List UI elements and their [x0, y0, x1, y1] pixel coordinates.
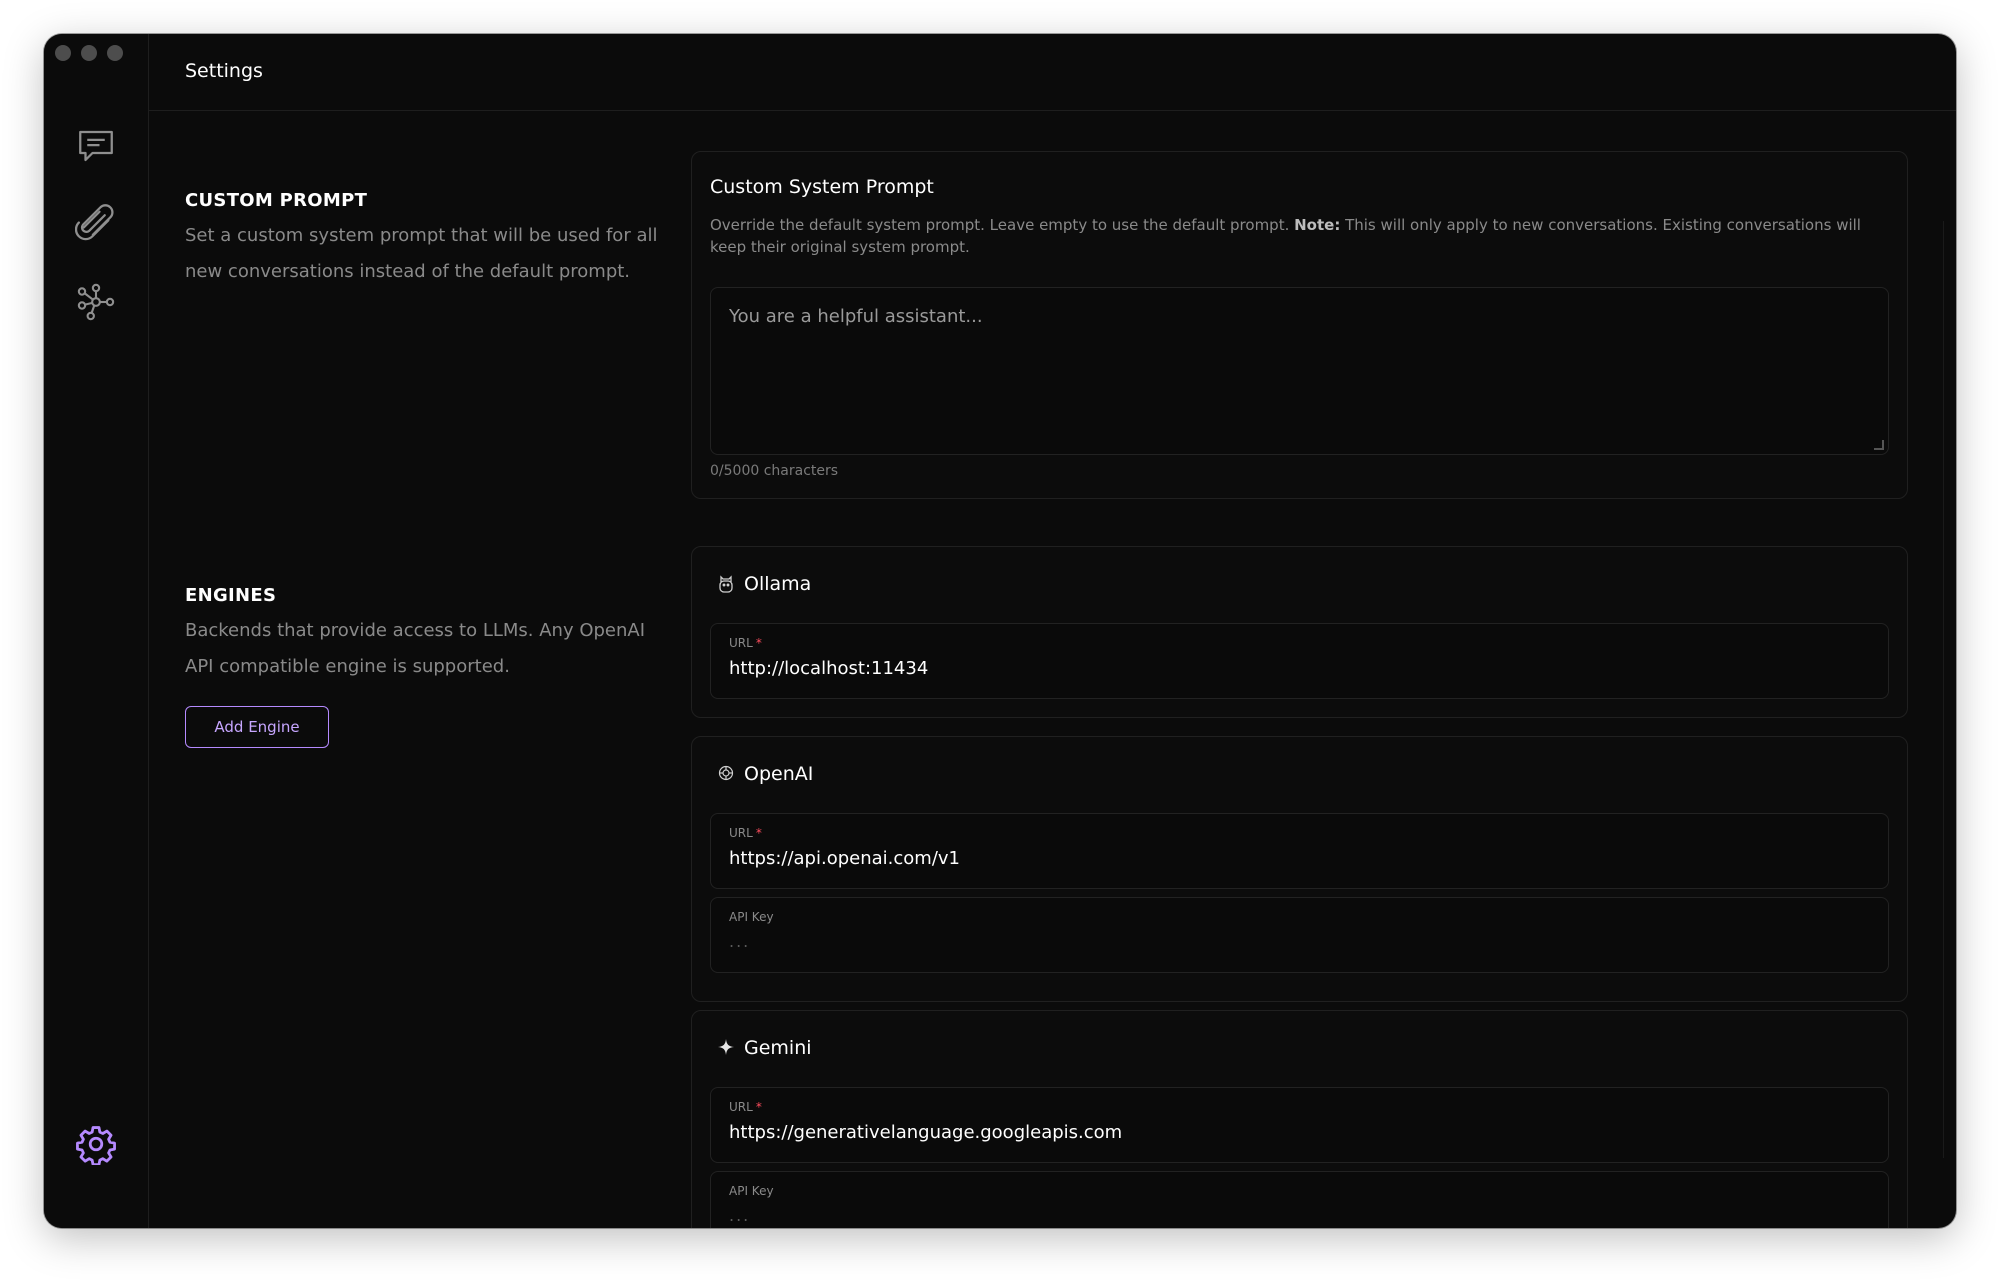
add-engine-button[interactable]: Add Engine — [185, 706, 329, 748]
scrollbar-track[interactable] — [1943, 221, 1956, 1158]
url-value: https://generativelanguage.googleapis.co… — [729, 1122, 1123, 1143]
textarea-placeholder: You are a helpful assistant... — [729, 306, 983, 327]
settings-icon[interactable] — [72, 1120, 120, 1168]
url-label: URL * — [729, 636, 762, 650]
engine-card-gemini: Gemini URL * https://generativelanguage.g… — [691, 1010, 1908, 1228]
resize-handle[interactable] — [1874, 440, 1884, 450]
header: Settings — [149, 34, 1956, 111]
api-key-placeholder: ... — [729, 932, 751, 951]
url-field[interactable]: URL * https://api.openai.com/v1 — [710, 813, 1889, 889]
api-key-label: API Key — [729, 910, 774, 924]
engines-section-title: ENGINES — [185, 585, 277, 606]
custom-prompt-section-desc: Set a custom system prompt that will be … — [185, 225, 658, 282]
engine-name: Gemini — [744, 1037, 812, 1059]
close-window-button[interactable] — [55, 45, 71, 61]
chat-icon[interactable] — [72, 122, 120, 170]
attachment-icon[interactable] — [72, 200, 120, 248]
card-desc-note-label: Note: — [1294, 216, 1341, 234]
url-value: http://localhost:11434 — [729, 658, 929, 679]
api-key-field[interactable]: API Key ... — [710, 1171, 1889, 1228]
settings-content: CUSTOM PROMPT Set a custom system prompt… — [149, 111, 1956, 1228]
maximize-window-button[interactable] — [107, 45, 123, 61]
api-key-placeholder: ... — [729, 1206, 751, 1225]
sidebar — [44, 34, 149, 1228]
engine-card-ollama: Ollama URL * http://localhost:11434 — [691, 546, 1908, 718]
url-field[interactable]: URL * https://generativelanguage.googleap… — [710, 1087, 1889, 1163]
url-field[interactable]: URL * http://localhost:11434 — [710, 623, 1889, 699]
window-controls — [55, 45, 123, 61]
engines-section-desc: Backends that provide access to LLMs. An… — [185, 620, 646, 677]
custom-prompt-card-desc: Override the default system prompt. Leav… — [710, 214, 1879, 258]
ollama-icon — [716, 574, 736, 594]
sparkle-icon — [716, 1038, 736, 1058]
custom-prompt-card: Custom System Prompt Override the defaul… — [691, 151, 1908, 499]
url-label: URL * — [729, 1100, 762, 1114]
network-icon[interactable] — [72, 278, 120, 326]
openai-icon — [716, 764, 736, 784]
url-label: URL * — [729, 826, 762, 840]
card-desc-prefix: Override the default system prompt. Leav… — [710, 216, 1295, 234]
engine-name: Ollama — [744, 573, 812, 595]
minimize-window-button[interactable] — [81, 45, 97, 61]
app-window: Settings CUSTOM PROMPT Set a custom syst… — [44, 34, 1956, 1228]
api-key-label: API Key — [729, 1184, 774, 1198]
custom-prompt-card-title: Custom System Prompt — [710, 176, 934, 198]
engine-card-openai: OpenAI URL * https://api.openai.com/v1 AP… — [691, 736, 1908, 1002]
page-title: Settings — [185, 60, 263, 82]
url-value: https://api.openai.com/v1 — [729, 848, 960, 869]
custom-prompt-section-title: CUSTOM PROMPT — [185, 190, 368, 211]
system-prompt-textarea[interactable]: You are a helpful assistant... — [710, 287, 1889, 455]
char-count: 0/5000 characters — [710, 463, 839, 479]
api-key-field[interactable]: API Key ... — [710, 897, 1889, 973]
engine-name: OpenAI — [744, 763, 814, 785]
